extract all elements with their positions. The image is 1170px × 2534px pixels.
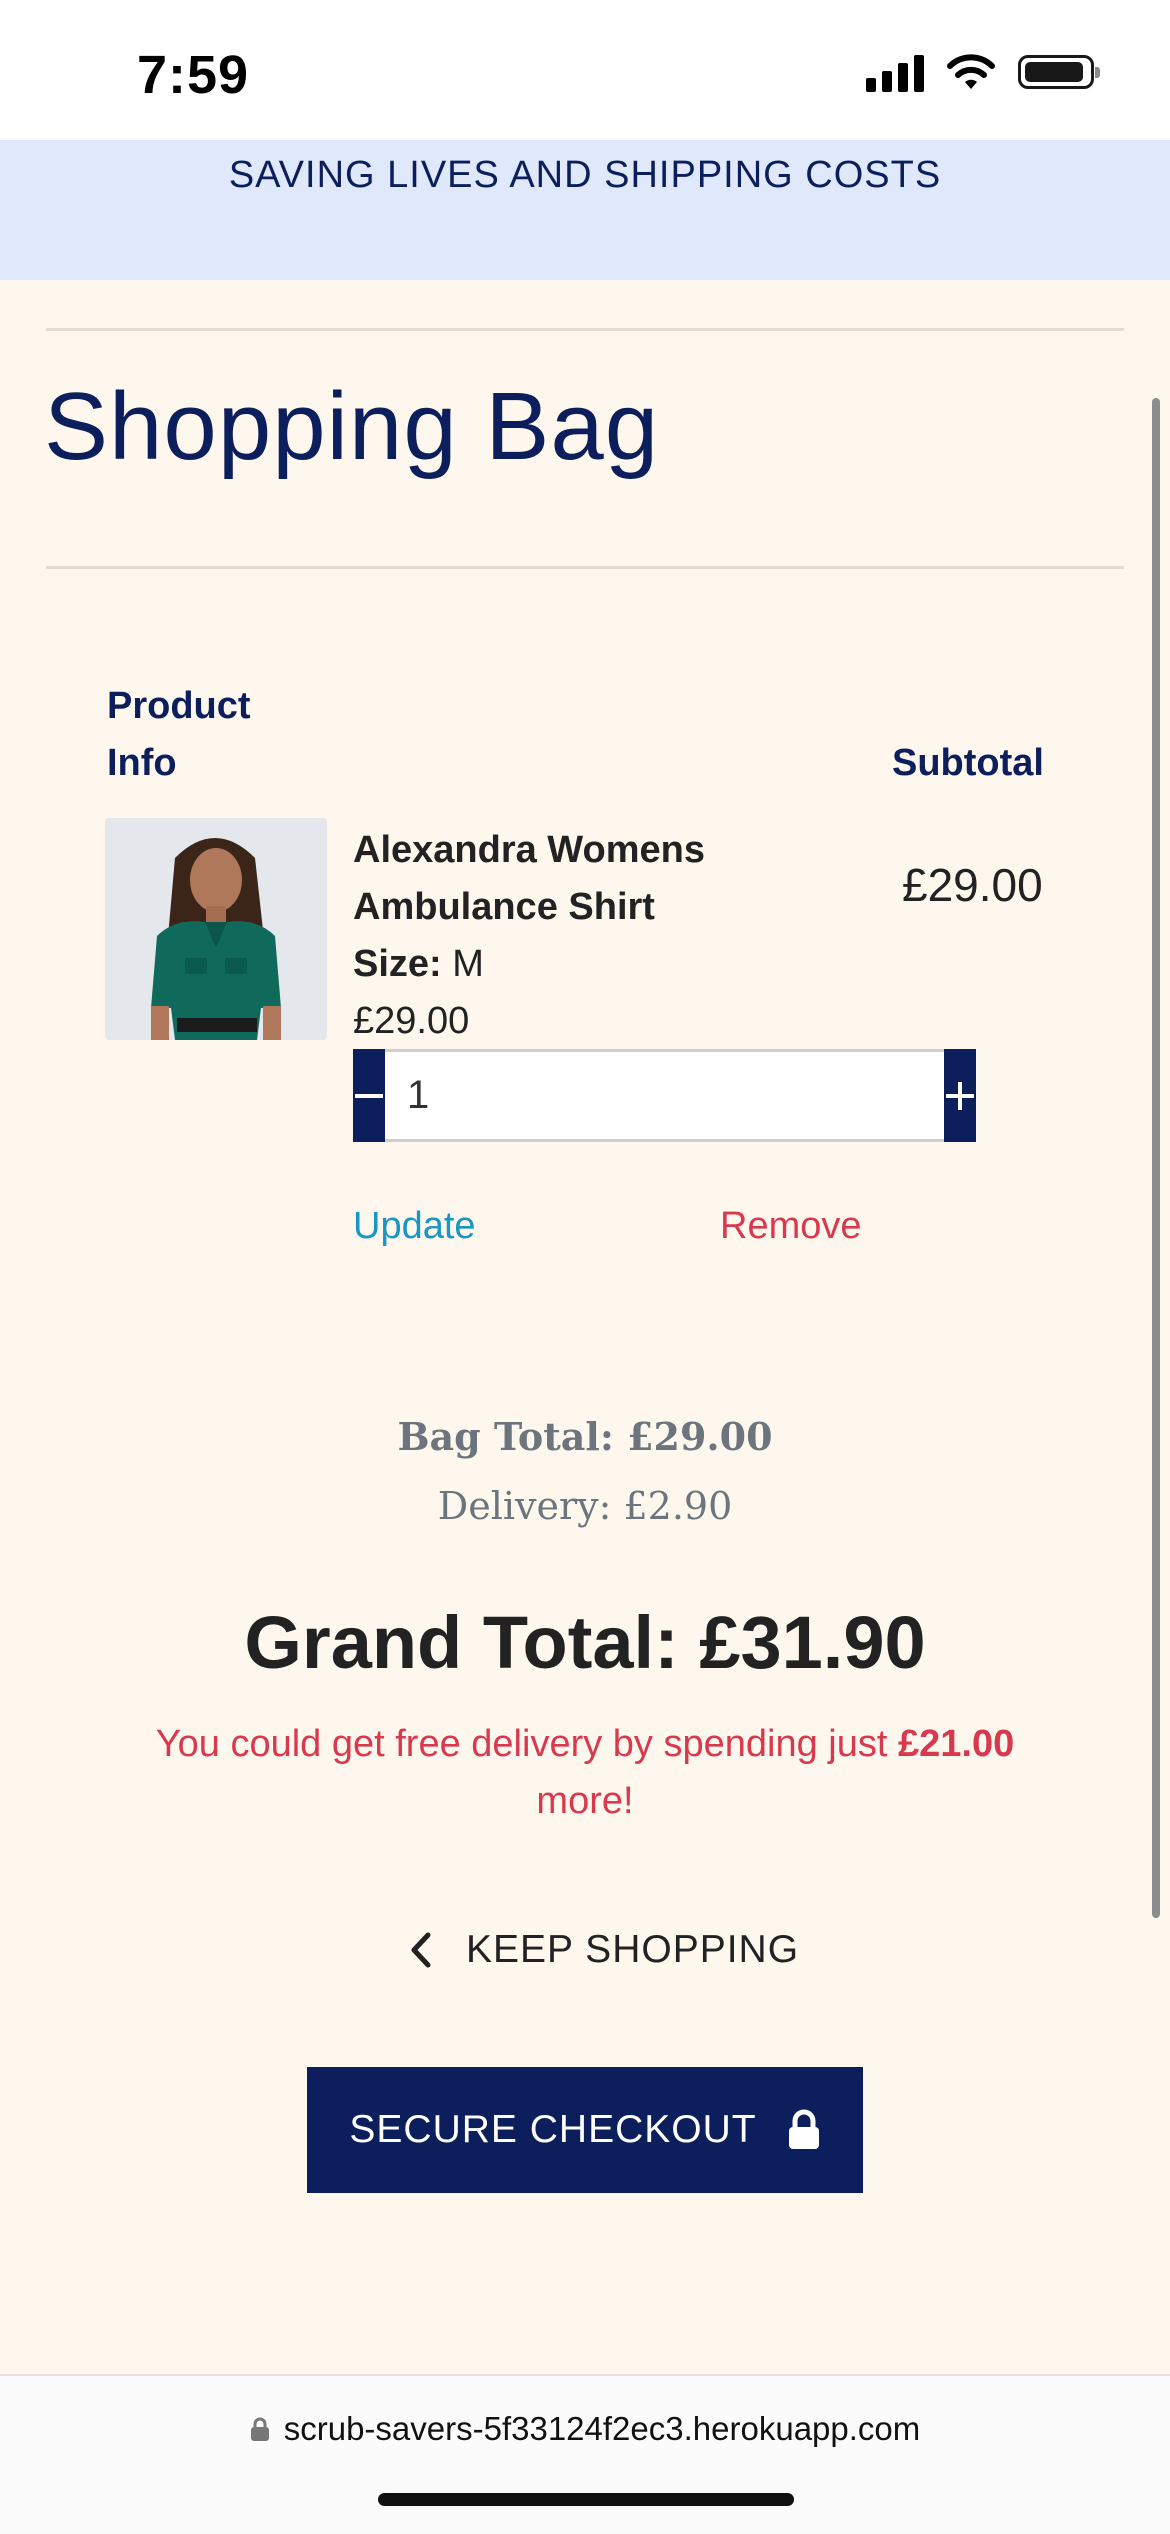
secure-checkout-button[interactable]: SECURE CHECKOUT	[307, 2067, 863, 2193]
url-row: scrub-savers-5f33124f2ec3.herokuapp.com	[0, 2410, 1170, 2448]
status-bar: 7:59	[0, 0, 1170, 140]
browser-address-bar[interactable]: scrub-savers-5f33124f2ec3.herokuapp.com	[0, 2374, 1170, 2534]
quantity-input[interactable]	[385, 1049, 944, 1142]
status-icons	[866, 52, 1100, 92]
free-delivery-prefix: You could get free delivery by spending …	[155, 1723, 888, 1765]
lock-icon	[788, 2109, 819, 2149]
grand-total: Grand Total: £31.90	[244, 1601, 926, 1684]
keep-shopping-link[interactable]: KEEP SHOPPING	[408, 1928, 799, 1972]
product-name[interactable]: Alexandra Womens Ambulance Shirt	[353, 822, 793, 936]
column-header-product-info: Product Info	[107, 685, 251, 784]
product-image	[105, 818, 327, 1040]
size-value: M	[452, 943, 484, 985]
product-price: £29.00	[353, 1000, 470, 1042]
update-link[interactable]: Update	[353, 1205, 476, 1248]
lock-icon	[250, 2417, 269, 2441]
product-size: Size: M	[353, 936, 484, 993]
delivery-cost: Delivery: £2.90	[437, 1484, 733, 1528]
promo-banner: SAVING LIVES AND SHIPPING COSTS	[0, 140, 1170, 280]
quantity-stepper	[353, 1049, 976, 1142]
divider-top	[46, 328, 1124, 331]
scrollbar[interactable]	[1152, 398, 1160, 1918]
wifi-icon	[947, 54, 995, 89]
signal-icon	[866, 52, 924, 92]
item-subtotal: £29.00	[902, 859, 1043, 911]
increment-button[interactable]	[944, 1049, 976, 1142]
keep-shopping-label: KEEP SHOPPING	[466, 1928, 800, 1971]
column-header-subtotal: Subtotal	[892, 742, 1044, 784]
size-label: Size:	[353, 943, 442, 985]
decrement-button[interactable]	[353, 1049, 385, 1142]
promo-text: SAVING LIVES AND SHIPPING COSTS	[228, 154, 942, 196]
free-delivery-suffix: more!	[536, 1780, 634, 1822]
secure-checkout-label: SECURE CHECKOUT	[349, 2108, 757, 2151]
battery-icon	[1018, 55, 1100, 89]
remove-link[interactable]: Remove	[720, 1205, 862, 1248]
minus-icon	[355, 1093, 383, 1098]
url-text: scrub-savers-5f33124f2ec3.herokuapp.com	[283, 2410, 921, 2447]
bag-total: Bag Total: £29.00	[397, 1414, 773, 1459]
page-title: Shopping Bag	[44, 373, 660, 480]
status-time: 7:59	[137, 45, 250, 105]
plus-icon	[946, 1081, 974, 1110]
home-indicator[interactable]	[378, 2493, 794, 2506]
divider-bottom	[46, 566, 1124, 569]
free-delivery-amount: £21.00	[897, 1723, 1015, 1765]
chevron-left-icon	[411, 1932, 431, 1968]
free-delivery-message: You could get free delivery by spending …	[150, 1716, 1020, 1830]
